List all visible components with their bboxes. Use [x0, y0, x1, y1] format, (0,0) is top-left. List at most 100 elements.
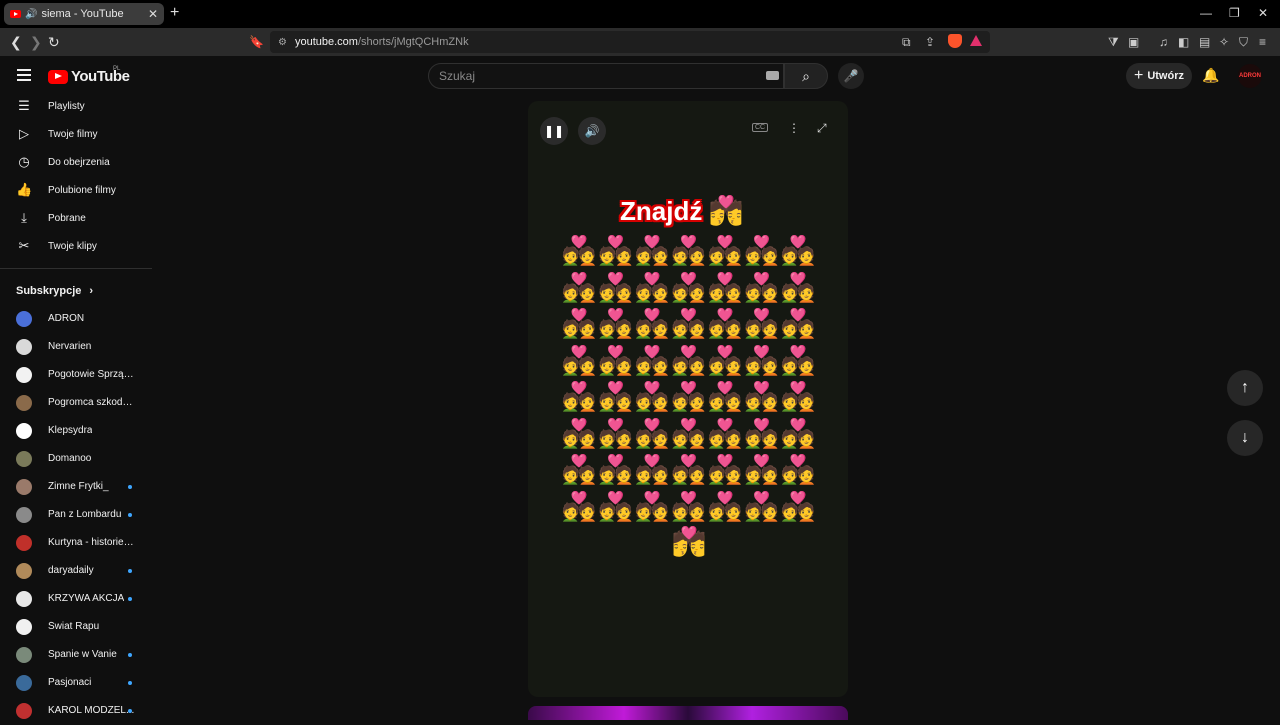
- bookmark-icon[interactable]: 🔖: [249, 35, 264, 49]
- close-window-icon[interactable]: ✕: [1258, 6, 1268, 20]
- next-short-button[interactable]: ↓: [1227, 420, 1263, 456]
- screenshot-icon[interactable]: ▣: [1128, 35, 1139, 49]
- channel-avatar: [16, 703, 32, 719]
- menu-icon[interactable]: ≡: [1259, 35, 1266, 49]
- guide-menu-icon[interactable]: [17, 69, 31, 84]
- voice-search-button[interactable]: 🎤: [838, 63, 864, 89]
- more-options-icon[interactable]: ⋮: [788, 121, 800, 135]
- subscription-item[interactable]: ADRON: [0, 305, 152, 333]
- create-button[interactable]: + Utwórz: [1126, 63, 1192, 89]
- reload-icon[interactable]: ↻: [48, 34, 60, 51]
- grid-emoji: 💑: [744, 381, 779, 412]
- subscription-item[interactable]: Nervarien: [0, 333, 152, 361]
- previous-short-button[interactable]: ↑: [1227, 370, 1263, 406]
- back-icon[interactable]: ❮: [10, 34, 22, 51]
- subscription-item[interactable]: Pan z Lombardu: [0, 501, 152, 529]
- leo-ai-icon[interactable]: ✧: [1219, 35, 1229, 49]
- create-label: Utwórz: [1147, 70, 1184, 82]
- sidebar-item-your-videos[interactable]: ▷ Twoje filmy: [0, 120, 152, 148]
- subscriptions-header[interactable]: Subskrypcje ›: [16, 285, 93, 297]
- new-content-dot: [128, 653, 132, 657]
- grid-emoji: 💑: [634, 454, 670, 485]
- channel-name: Nervarien: [48, 341, 92, 352]
- grid-emoji: 💑: [634, 235, 670, 266]
- restore-icon[interactable]: ❐: [1229, 6, 1240, 20]
- sidebar-item-your-clips[interactable]: ✂ Twoje klipy: [0, 232, 152, 260]
- subscription-item[interactable]: daryadaily: [0, 557, 152, 585]
- minimize-icon[interactable]: —: [1200, 6, 1212, 20]
- volume-button[interactable]: 🔊: [578, 117, 606, 145]
- url-path: /shorts/jMgtQCHmZNk: [357, 36, 469, 48]
- channel-name: Zimne Frytki_: [48, 481, 109, 492]
- search-button[interactable]: ⌕: [784, 63, 828, 89]
- sidebar-item-watch-later[interactable]: ◷ Do obejrzenia: [0, 148, 152, 176]
- channel-name: Pan z Lombardu: [48, 509, 122, 520]
- arrow-down-icon: ↓: [1241, 429, 1249, 446]
- chevron-right-icon: ›: [89, 285, 94, 297]
- grid-emoji: 💑: [707, 417, 743, 449]
- sidebar-item-downloads[interactable]: ⤓ Pobrane: [0, 204, 152, 232]
- search-box[interactable]: [428, 63, 784, 89]
- next-short-preview[interactable]: [528, 706, 848, 720]
- microphone-icon: 🎤: [843, 69, 859, 83]
- sidebar-toggle-icon[interactable]: ◧: [1178, 35, 1189, 49]
- channel-name: Świat Rapu: [48, 621, 100, 632]
- url-field[interactable]: ⚙ youtube.com/shorts/jMgtQCHmZNk: [270, 31, 990, 53]
- wallet-icon[interactable]: ▤: [1199, 35, 1210, 49]
- subscription-item[interactable]: Świat Rapu: [0, 613, 152, 641]
- browser-tab[interactable]: 🔊 siema - YouTube ✕: [4, 3, 164, 25]
- grid-emoji: 💑: [744, 454, 779, 485]
- captions-icon[interactable]: CC: [752, 123, 769, 132]
- new-content-dot: [128, 709, 132, 713]
- vpn-shield-icon[interactable]: ⛉: [1239, 35, 1248, 50]
- subscription-item[interactable]: Zimne Frytki_: [0, 473, 152, 501]
- subscription-item[interactable]: KAROL MODZEL...: [0, 697, 152, 725]
- search-input[interactable]: [439, 69, 739, 83]
- shorts-player[interactable]: ❚❚ 🔊 CC ⋮ ⤢ Znajdź 💏 💑 💑 💑 💑 💑 💑 💑 💑 💑 💑 💑 💑 💑 💑 💑 💑 💑 💑 💑…: [528, 101, 848, 697]
- liked-icon: 👍: [16, 182, 33, 197]
- youtube-logo-text: YouTube: [71, 68, 130, 85]
- account-avatar[interactable]: ADRON: [1238, 64, 1262, 88]
- grid-emoji: 💑: [598, 381, 633, 412]
- channel-avatar: [16, 563, 32, 579]
- subscription-item[interactable]: Pogromca szkodni...: [0, 389, 152, 417]
- subscriptions-title: Subskrypcje: [16, 285, 82, 297]
- grid-emoji: 💑: [634, 308, 670, 339]
- grid-emoji: 💑: [707, 235, 743, 266]
- subscription-item[interactable]: KRZYWA AKCJA: [0, 585, 152, 613]
- fullscreen-icon[interactable]: ⤢: [817, 121, 827, 136]
- sidebar-item-liked-videos[interactable]: 👍 Polubione filmy: [0, 176, 152, 204]
- media-control-icon[interactable]: ♫: [1159, 35, 1168, 49]
- channel-name: ADRON: [48, 313, 85, 324]
- subscription-item[interactable]: Pasjonaci: [0, 669, 152, 697]
- pause-button[interactable]: ❚❚: [540, 117, 568, 145]
- forward-icon[interactable]: ❯: [30, 34, 42, 51]
- grid-emoji: 💑: [561, 417, 597, 449]
- share-icon[interactable]: ⇪: [925, 35, 935, 49]
- new-tab-icon[interactable]: +: [170, 4, 179, 22]
- url-host: youtube.com: [294, 36, 358, 48]
- channel-avatar: [16, 507, 32, 523]
- close-tab-icon[interactable]: ✕: [148, 7, 158, 21]
- site-info-icon[interactable]: ⚙: [278, 37, 287, 48]
- subscription-item[interactable]: Klepsydra: [0, 417, 152, 445]
- keyboard-icon[interactable]: [766, 71, 779, 80]
- audio-playing-icon[interactable]: 🔊: [25, 9, 37, 20]
- subscription-item[interactable]: Pogotowie Sprzątaj...: [0, 361, 152, 389]
- extensions-icon[interactable]: ⧩: [1108, 35, 1119, 50]
- brave-shields-icon[interactable]: [948, 34, 962, 48]
- channel-name: KRZYWA AKCJA: [48, 593, 125, 604]
- brave-rewards-icon[interactable]: [970, 35, 982, 46]
- notifications-bell-icon[interactable]: 🔔: [1202, 67, 1219, 84]
- channel-name: KAROL MODZEL...: [48, 705, 135, 716]
- grid-emoji: 💑: [598, 454, 633, 485]
- grid-emoji: 💑: [598, 271, 633, 303]
- open-in-app-icon[interactable]: ⧉: [902, 35, 911, 50]
- channel-name: Klepsydra: [48, 425, 93, 436]
- tab-title: siema - YouTube: [41, 8, 124, 20]
- sidebar-item-playlists[interactable]: ☰ Playlisty: [0, 92, 152, 120]
- subscription-item[interactable]: Kurtyna - historie zz...: [0, 529, 152, 557]
- new-content-dot: [128, 569, 132, 573]
- subscription-item[interactable]: Spanie w Vanie: [0, 641, 152, 669]
- subscription-item[interactable]: Domanoo: [0, 445, 152, 473]
